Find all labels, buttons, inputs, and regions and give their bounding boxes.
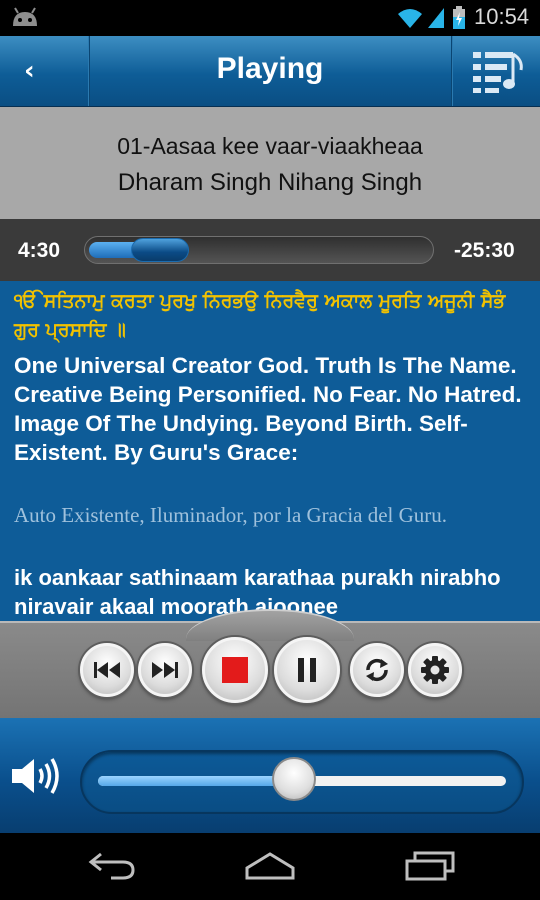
settings-button[interactable] [408,643,462,697]
nav-home-button[interactable] [230,843,310,889]
home-icon [245,852,295,880]
track-artist: Dharam Singh Nihang Singh [117,169,423,196]
remaining-time: -25:30 [454,239,515,262]
seek-thumb[interactable] [131,238,189,262]
playlist-music-icon [473,52,523,93]
stop-button[interactable] [202,637,268,703]
track-info: 01-Aasaa kee vaar-viaakheaa Dharam Singh… [0,107,540,219]
gear-icon [421,656,449,684]
elapsed-time: 4:30 [18,239,61,262]
next-button[interactable] [138,643,192,697]
pause-button[interactable] [274,637,340,703]
recent-apps-icon [405,851,455,881]
signal-icon [428,8,444,28]
wifi-icon [398,9,422,28]
repeat-icon [366,658,388,682]
pause-icon [298,658,316,682]
volume-bar [0,718,540,833]
battery-charging-icon [453,6,465,29]
speaker-volume-icon[interactable] [10,756,62,796]
volume-fill [98,776,294,786]
lyrics-panel[interactable]: ੴ ਸਤਿਨਾਮੁ ਕਰਤਾ ਪੁਰਖੁ ਨਿਰਭਉ ਨਿਰਵੈਰੁ ਅਕਾਲ … [0,281,540,621]
skip-previous-icon [94,662,120,678]
volume-thumb[interactable] [272,757,316,801]
skip-next-icon [152,662,178,678]
repeat-button[interactable] [350,643,404,697]
nav-back-button[interactable] [72,843,152,889]
volume-slider[interactable] [80,750,524,814]
back-arrow-icon [88,852,135,880]
navigation-bar [0,833,540,900]
playlist-button[interactable] [452,36,540,106]
title-bar: ‹ Playing [0,36,540,107]
spanish-translation: Auto Existente, Iluminador, por la Graci… [14,503,448,527]
gurmukhi-line: ੴ ਸਤਿਨਾਮੁ ਕਰਤਾ ਪੁਰਖੁ ਨਿਰਭਉ ਨਿਰਵੈਰੁ ਅਕਾਲ … [14,290,506,341]
track-name: 01-Aasaa kee vaar-viaakheaa [117,133,423,159]
seek-bar[interactable] [84,236,434,264]
stop-icon [222,657,248,683]
status-bar: 10:54 [0,0,540,36]
progress-bar: 4:30 -25:30 [0,219,540,281]
previous-button[interactable] [80,643,134,697]
nav-recent-apps-button[interactable] [390,843,470,889]
english-translation: One Universal Creator God. Truth Is The … [14,353,522,465]
status-time: 10:54 [474,4,530,29]
android-icon [13,7,37,26]
playback-controls [0,609,540,718]
